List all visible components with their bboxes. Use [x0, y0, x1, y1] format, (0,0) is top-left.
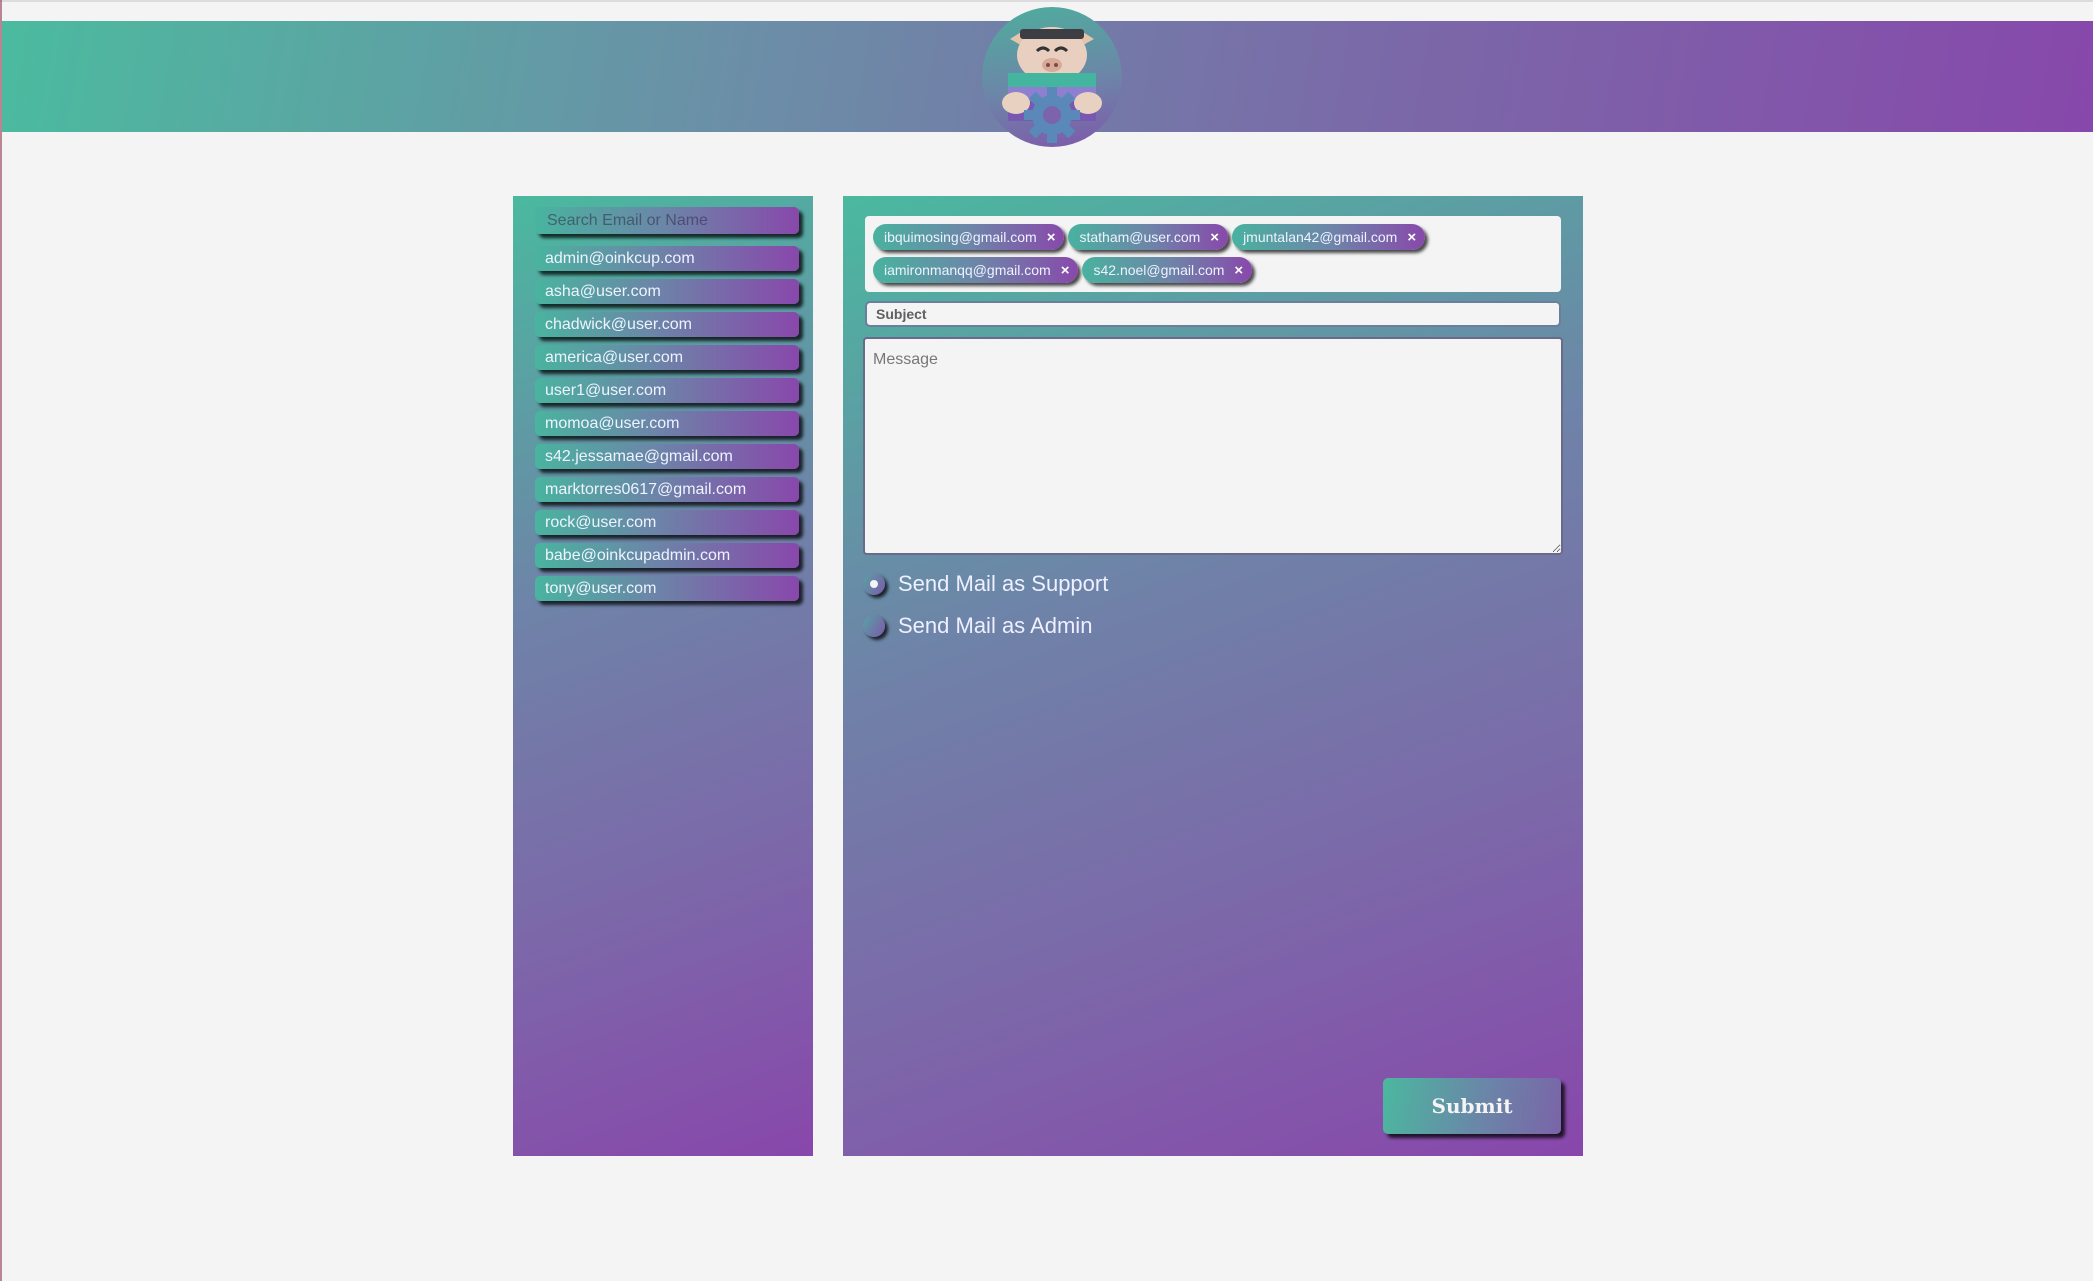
- contact-item[interactable]: marktorres0617@gmail.com: [535, 477, 799, 502]
- recipient-email: s42.noel@gmail.com: [1093, 262, 1225, 278]
- contacts-panel: admin@oinkcup.com asha@user.com chadwick…: [513, 196, 813, 1156]
- recipients-field[interactable]: ibquimosing@gmail.com × statham@user.com…: [865, 216, 1561, 292]
- remove-recipient-icon[interactable]: ×: [1407, 229, 1416, 246]
- recipient-chip: ibquimosing@gmail.com ×: [873, 224, 1065, 250]
- contact-item[interactable]: babe@oinkcupadmin.com: [535, 543, 799, 568]
- remove-recipient-icon[interactable]: ×: [1047, 229, 1056, 246]
- admin-radio-button[interactable]: [863, 615, 885, 637]
- send-as-support-label: Send Mail as Support: [898, 571, 1109, 596]
- pig-logo-icon[interactable]: [982, 7, 1122, 147]
- recipient-chip: statham@user.com ×: [1068, 224, 1229, 250]
- contact-item[interactable]: america@user.com: [535, 345, 799, 370]
- top-border: [0, 0, 2093, 2]
- contact-item[interactable]: admin@oinkcup.com: [535, 246, 799, 271]
- recipient-email: iamironmanqq@gmail.com: [884, 262, 1051, 278]
- contact-item[interactable]: tony@user.com: [535, 576, 799, 601]
- submit-button[interactable]: Submit: [1383, 1078, 1561, 1134]
- contact-item[interactable]: user1@user.com: [535, 378, 799, 403]
- contact-item[interactable]: chadwick@user.com: [535, 312, 799, 337]
- message-textarea[interactable]: [863, 337, 1563, 555]
- recipient-email: ibquimosing@gmail.com: [884, 229, 1037, 245]
- recipient-chip: s42.noel@gmail.com ×: [1082, 257, 1253, 283]
- compose-panel: ibquimosing@gmail.com × statham@user.com…: [843, 196, 1583, 1156]
- recipient-email: jmuntalan42@gmail.com: [1243, 229, 1398, 245]
- search-email-input[interactable]: [535, 207, 799, 234]
- recipient-chip: jmuntalan42@gmail.com ×: [1232, 224, 1426, 250]
- send-as-admin-option[interactable]: Send Mail as Admin: [863, 611, 1092, 641]
- remove-recipient-icon[interactable]: ×: [1234, 262, 1243, 279]
- contact-item[interactable]: momoa@user.com: [535, 411, 799, 436]
- contact-item[interactable]: rock@user.com: [535, 510, 799, 535]
- send-as-support-option[interactable]: Send Mail as Support: [863, 569, 1108, 599]
- contact-list: admin@oinkcup.com asha@user.com chadwick…: [535, 246, 799, 609]
- subject-input[interactable]: [865, 301, 1561, 327]
- recipient-email: statham@user.com: [1079, 229, 1201, 245]
- remove-recipient-icon[interactable]: ×: [1210, 229, 1219, 246]
- remove-recipient-icon[interactable]: ×: [1061, 262, 1070, 279]
- contact-item[interactable]: s42.jessamae@gmail.com: [535, 444, 799, 469]
- support-radio-button[interactable]: [863, 573, 885, 595]
- recipient-chip: iamironmanqq@gmail.com ×: [873, 257, 1079, 283]
- contact-item[interactable]: asha@user.com: [535, 279, 799, 304]
- left-border: [0, 0, 2, 1281]
- send-as-admin-label: Send Mail as Admin: [898, 613, 1093, 638]
